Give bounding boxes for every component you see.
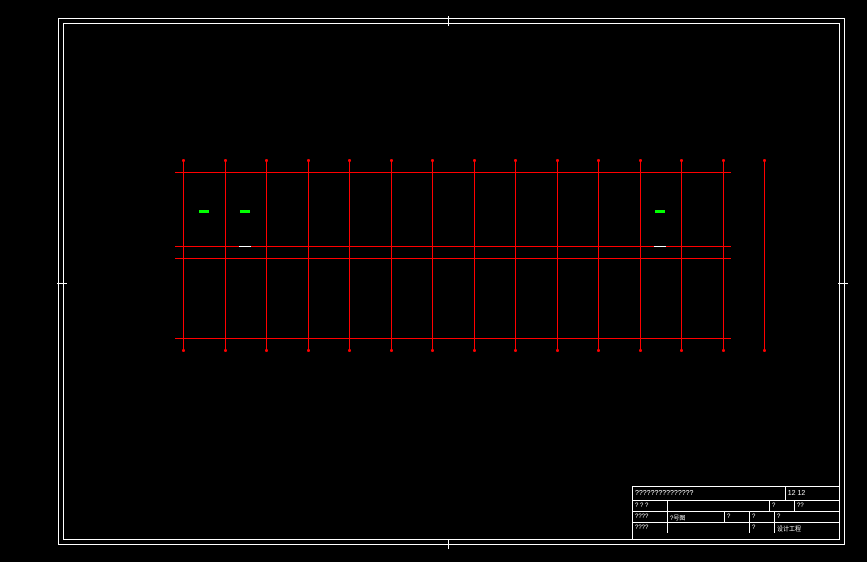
grid-tick bbox=[473, 159, 476, 162]
grid-tick bbox=[680, 349, 683, 352]
grid-axis-vertical bbox=[349, 160, 350, 350]
grid-axis-vertical bbox=[640, 160, 641, 350]
frame-tick bbox=[838, 283, 848, 284]
grid-axis-vertical bbox=[432, 160, 433, 350]
tb-r3a: ???? bbox=[633, 512, 668, 522]
grid-axis-vertical bbox=[391, 160, 392, 350]
grid-axis-vertical bbox=[266, 160, 267, 350]
grid-axis-vertical bbox=[515, 160, 516, 350]
grid-tick bbox=[556, 159, 559, 162]
grid-axis-vertical bbox=[557, 160, 558, 350]
tb-r4d: 设计工程 bbox=[775, 523, 839, 533]
grid-tick bbox=[390, 159, 393, 162]
grid-tick bbox=[348, 349, 351, 352]
title-block: ??????????????? 12 12 ? ? ? ? ?? ???? ?号… bbox=[632, 486, 839, 539]
grid-axis-vertical bbox=[474, 160, 475, 350]
grid-tick bbox=[224, 159, 227, 162]
grid-axis-vertical bbox=[681, 160, 682, 350]
grid-axis-vertical bbox=[183, 160, 184, 350]
grid-axis-vertical bbox=[598, 160, 599, 350]
grid-tick bbox=[307, 349, 310, 352]
grid-tick bbox=[639, 159, 642, 162]
window-opening bbox=[199, 210, 209, 213]
door-opening bbox=[654, 246, 666, 247]
grid-tick bbox=[639, 349, 642, 352]
grid-tick bbox=[763, 349, 766, 352]
tb-r3c: ? bbox=[725, 512, 750, 522]
grid-tick bbox=[265, 349, 268, 352]
door-opening bbox=[239, 246, 251, 247]
grid-tick bbox=[473, 349, 476, 352]
grid-tick bbox=[390, 349, 393, 352]
grid-tick bbox=[307, 159, 310, 162]
grid-tick bbox=[556, 349, 559, 352]
grid-tick bbox=[514, 159, 517, 162]
grid-axis-vertical bbox=[764, 160, 765, 350]
window-opening bbox=[240, 210, 250, 213]
tb-r3c2: ? bbox=[750, 512, 775, 522]
grid-tick bbox=[224, 349, 227, 352]
grid-tick bbox=[597, 159, 600, 162]
tb-r4b bbox=[668, 523, 750, 533]
cad-canvas[interactable]: ??????????????? 12 12 ? ? ? ? ?? ???? ?号… bbox=[0, 0, 867, 562]
tb-r2d: ?? bbox=[795, 501, 839, 511]
grid-tick bbox=[265, 159, 268, 162]
grid-tick bbox=[182, 159, 185, 162]
window-opening bbox=[655, 210, 665, 213]
grid-tick bbox=[431, 159, 434, 162]
tb-r4a: ???? bbox=[633, 523, 668, 533]
grid-tick bbox=[348, 159, 351, 162]
grid-tick bbox=[182, 349, 185, 352]
tb-project: ??????????????? bbox=[633, 487, 786, 500]
grid-axis-vertical bbox=[723, 160, 724, 350]
grid-tick bbox=[514, 349, 517, 352]
tb-r4c: ? bbox=[750, 523, 775, 533]
grid-axis-vertical bbox=[308, 160, 309, 350]
grid-axis-horizontal bbox=[175, 246, 731, 247]
tb-r2a: ? ? ? bbox=[633, 501, 668, 511]
tb-r3b: ?号图 bbox=[668, 512, 725, 522]
grid-axis-horizontal bbox=[175, 172, 731, 173]
frame-tick bbox=[448, 16, 449, 26]
grid-tick bbox=[597, 349, 600, 352]
grid-tick bbox=[722, 159, 725, 162]
grid-axis-vertical bbox=[225, 160, 226, 350]
frame-tick bbox=[57, 283, 67, 284]
grid-axis-horizontal bbox=[175, 258, 731, 259]
grid-tick bbox=[722, 349, 725, 352]
frame-tick bbox=[448, 539, 449, 549]
grid-tick bbox=[680, 159, 683, 162]
tb-r2b bbox=[668, 501, 770, 511]
tb-r2c: ? bbox=[770, 501, 795, 511]
tb-drawing-no: 12 12 bbox=[786, 487, 839, 500]
grid-tick bbox=[431, 349, 434, 352]
grid-tick bbox=[763, 159, 766, 162]
grid-axis-horizontal bbox=[175, 338, 731, 339]
tb-r3d: ? bbox=[775, 512, 839, 522]
